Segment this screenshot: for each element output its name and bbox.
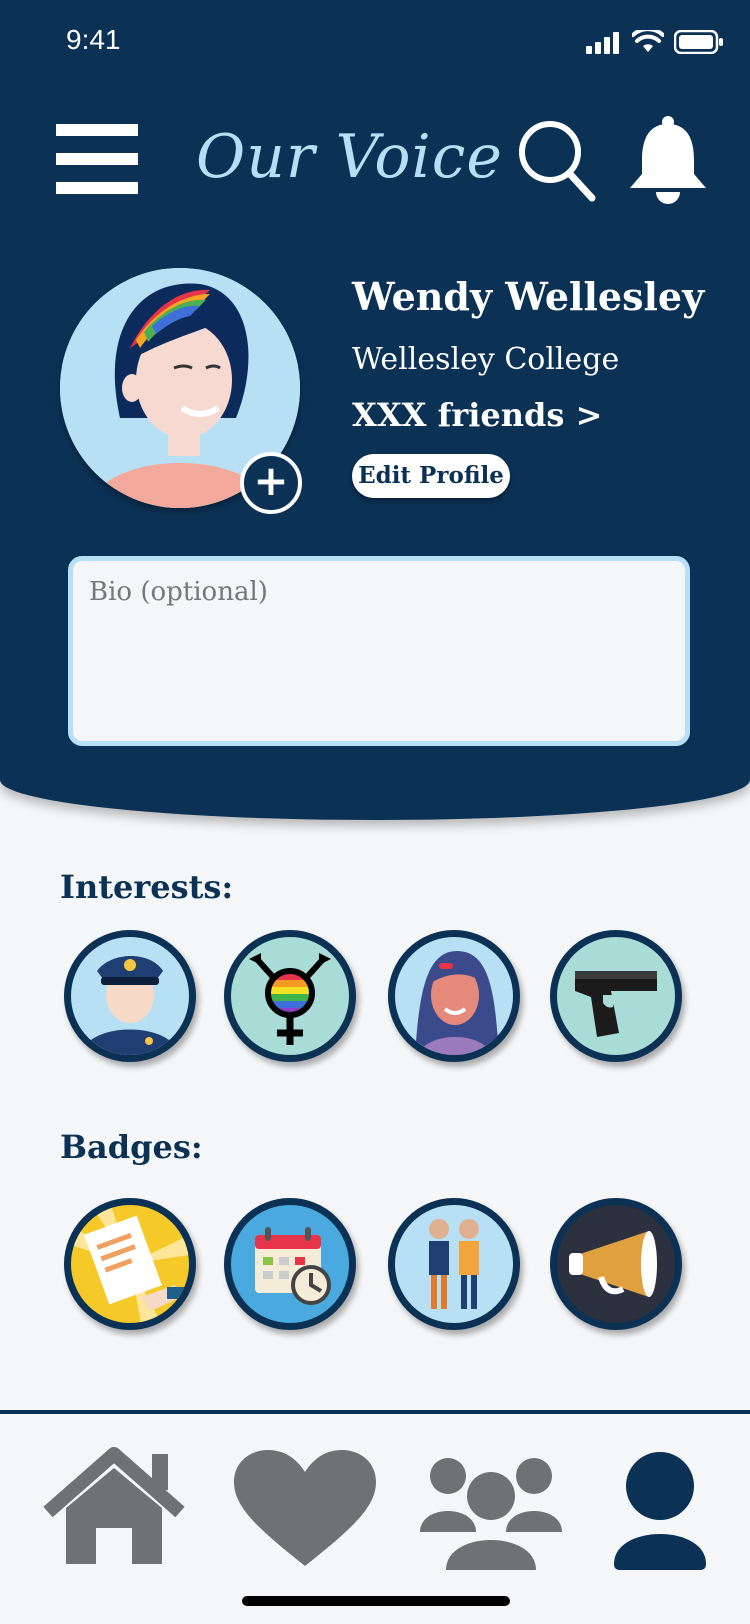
signal-icon [586,32,619,54]
tab-favorites[interactable] [230,1446,380,1576]
megaphone-icon[interactable] [550,1198,682,1330]
profile-name: Wendy Wellesley [352,274,705,319]
interests-title: Interests: [60,868,234,906]
bell-icon [630,116,706,204]
menu-icon-bar [56,182,138,194]
home-indicator [242,1596,510,1606]
interests-row [64,930,690,1062]
bio-placeholder: Bio (optional) [89,577,268,607]
status-icons [586,30,724,54]
battery-icon [674,30,723,54]
handgun-icon [575,971,657,1037]
calendar-clock-icon [255,1227,331,1305]
transgender-pride-icon [249,953,331,1045]
wifi-icon [632,30,664,52]
police-officer-icon [81,956,179,1055]
search-button[interactable] [516,118,596,202]
menu-button[interactable] [56,124,138,196]
heart-icon [234,1450,376,1566]
people-group-icon[interactable] [388,1198,520,1330]
menu-icon-bar [56,124,138,136]
badges-title: Badges: [60,1128,203,1166]
tab-home[interactable] [40,1446,190,1576]
petition-signing-icon[interactable] [64,1198,196,1330]
tab-profile[interactable] [612,1446,750,1576]
group-icon [420,1458,562,1570]
badges-row [64,1198,690,1330]
friends-link[interactable]: XXX friends > [352,396,602,434]
profile-school: Wellesley College [352,342,620,377]
tab-bar-divider [0,1410,750,1414]
megaphone-icon [569,1231,657,1297]
edit-profile-button[interactable]: Edit Profile [352,454,510,498]
woman-icon[interactable] [388,930,520,1062]
add-photo-button[interactable]: + [240,452,302,514]
police-officer-icon[interactable] [64,930,196,1062]
transgender-pride-icon[interactable] [224,930,356,1062]
home-icon [43,1447,185,1564]
people-group-icon [429,1219,479,1309]
calendar-clock-icon[interactable] [224,1198,356,1330]
woman-icon [415,951,499,1055]
app-title: Our Voice [196,122,503,192]
bio-input[interactable]: Bio (optional) [68,556,690,746]
notifications-button[interactable] [626,114,710,204]
menu-icon-bar [56,153,138,165]
tab-community[interactable] [416,1446,566,1576]
status-time: 9:41 [66,24,121,55]
search-icon [519,121,596,202]
petition-signing-icon [71,1205,189,1323]
profile-icon [614,1452,706,1570]
handgun-icon[interactable] [550,930,682,1062]
